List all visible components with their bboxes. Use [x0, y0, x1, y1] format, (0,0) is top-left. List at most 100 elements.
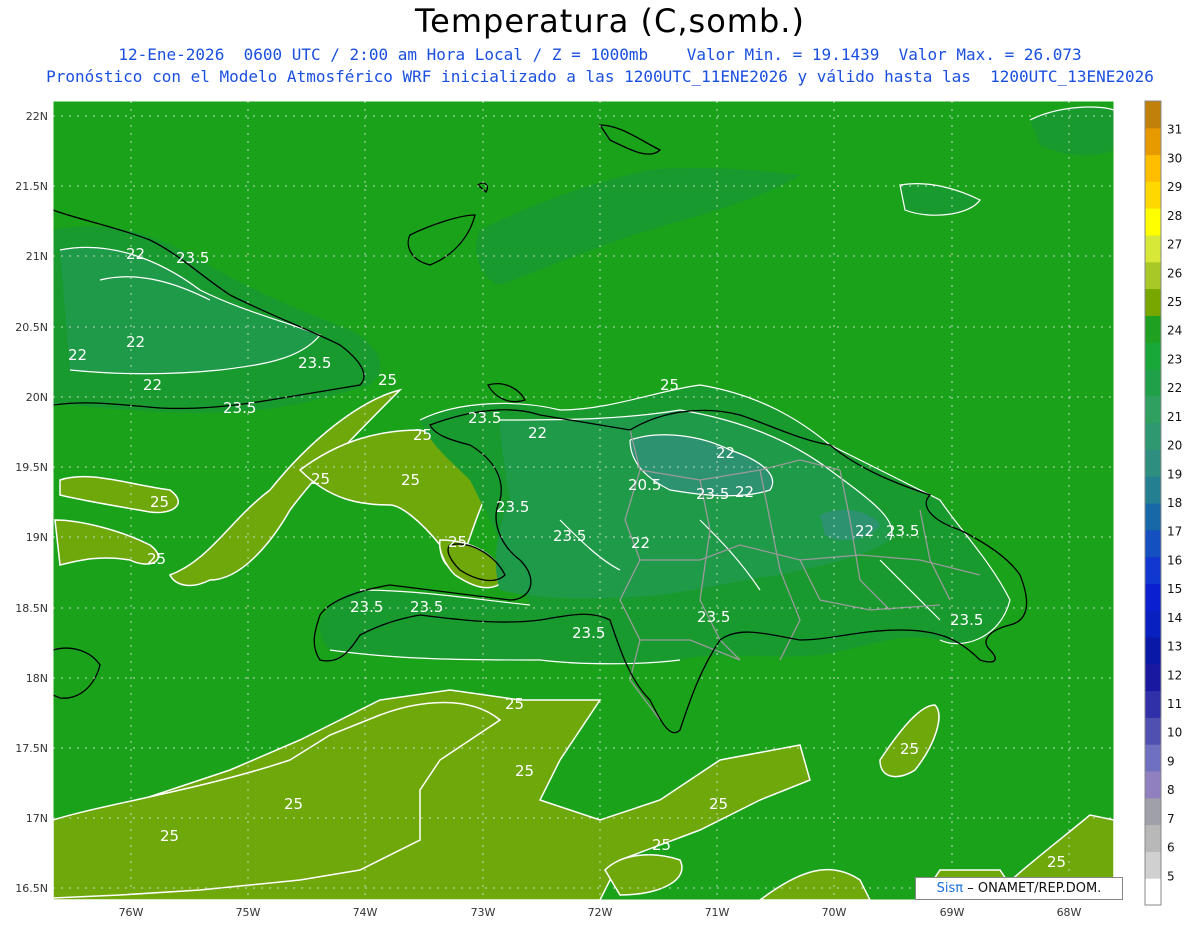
contour-label: 22 [528, 424, 547, 442]
credit-box: Sisπ – ONAMET/REP.DOM. [915, 877, 1123, 900]
colorbar-label: 25 [1167, 295, 1182, 309]
colorbar-swatch [1145, 476, 1161, 504]
contour-label: 25 [709, 795, 728, 813]
contour-label: 20.5 [628, 476, 661, 494]
contour-label: 23.5 [950, 611, 983, 629]
longitude-labels: 76W 75W 74W 73W 72W 71W 70W 69W 68W [119, 906, 1082, 919]
lat-label: 21N [26, 250, 48, 263]
contour-label: 25 [448, 533, 467, 551]
colorbar-label: 24 [1167, 324, 1182, 338]
colorbar-swatch [1145, 771, 1161, 799]
contour-label: 23.5 [697, 608, 730, 626]
colorbar-label: 14 [1167, 611, 1182, 625]
contour-label: 25 [401, 471, 420, 489]
lon-label: 74W [353, 906, 378, 919]
colorbar-swatch [1145, 529, 1161, 558]
credit-text: – ONAMET/REP.DOM. [967, 881, 1102, 896]
colorbar-swatch [1145, 261, 1161, 290]
contour-label: 25 [660, 376, 679, 394]
contour-label: 25 [505, 695, 524, 713]
colorbar-swatch [1145, 556, 1161, 584]
contour-label: 22 [143, 376, 162, 394]
colorbar-label: 28 [1167, 209, 1182, 223]
contour-label: 25 [1047, 853, 1066, 871]
lat-label: 21.5N [15, 180, 48, 193]
colorbar-swatch [1145, 127, 1161, 156]
contour-label: 22 [631, 534, 650, 552]
lon-label: 72W [588, 906, 613, 919]
colorbar-swatch [1145, 101, 1161, 129]
colorbar-swatch [1145, 797, 1161, 826]
contour-label: 25 [284, 795, 303, 813]
contour-label: 23.5 [176, 249, 209, 267]
sispi-logo: Sisπ [936, 881, 964, 896]
contour-label: 22 [855, 522, 874, 540]
lat-label: 17.5N [15, 742, 48, 755]
contour-label: 23.5 [298, 354, 331, 372]
colorbar-label: 27 [1167, 238, 1182, 252]
contour-label: 25 [147, 550, 166, 568]
contour-label: 25 [900, 740, 919, 758]
contour-label: 22 [126, 333, 145, 351]
colorbar-label: 7 [1167, 812, 1175, 826]
colorbar-label: 5 [1167, 869, 1175, 883]
colorbar-label: 31 [1167, 123, 1182, 137]
contour-label: 22 [126, 245, 145, 263]
colorbar-swatch [1145, 744, 1161, 772]
colorbar-swatch [1145, 181, 1161, 209]
colorbar-label: 21 [1167, 410, 1182, 424]
contour-label: 25 [515, 762, 534, 780]
colorbar-swatch [1145, 878, 1161, 906]
colorbar-label: 12 [1167, 668, 1182, 682]
colorbar: 31 30 29 28 27 26 25 24 23 22 21 20 19 18 17 16 15 14 13 12… [1144, 100, 1182, 906]
contour-label: 23.5 [468, 409, 501, 427]
contour-label: 23.5 [410, 598, 443, 616]
colorbar-swatch [1145, 824, 1161, 852]
latitude-labels: 22N 21.5N 21N 20.5N 20N 19.5N 19N 18.5N … [15, 110, 48, 895]
colorbar-label: 17 [1167, 525, 1182, 539]
contour-label: 25 [150, 493, 169, 511]
lat-label: 17N [26, 812, 48, 825]
lat-label: 16.5N [15, 882, 48, 895]
colorbar-label: 11 [1167, 697, 1182, 711]
colorbar-label: 8 [1167, 783, 1175, 797]
colorbar-swatch [1145, 395, 1161, 424]
colorbar-swatch [1145, 422, 1161, 450]
lon-label: 71W [705, 906, 730, 919]
colorbar-swatch [1145, 154, 1161, 182]
colorbar-swatch [1145, 851, 1161, 879]
colorbar-label: 16 [1167, 553, 1182, 567]
lat-label: 19.5N [15, 461, 48, 474]
lon-label: 75W [236, 906, 261, 919]
colorbar-label: 6 [1167, 841, 1175, 855]
contour-label: 23.5 [572, 624, 605, 642]
colorbar-swatch [1145, 637, 1161, 665]
colorbar-swatch [1145, 288, 1161, 316]
colorbar-swatch [1145, 369, 1161, 397]
colorbar-swatch [1145, 610, 1161, 638]
contour-label: 23.5 [496, 498, 529, 516]
lat-label: 20.5N [15, 321, 48, 334]
colorbar-label: 30 [1167, 151, 1182, 165]
contour-label: 22 [735, 483, 754, 501]
contour-label: 23.5 [553, 527, 586, 545]
contour-label: 25 [311, 470, 330, 488]
contour-label: 25 [652, 836, 671, 854]
colorbar-label: 15 [1167, 582, 1182, 596]
colorbar-label: 23 [1167, 352, 1182, 366]
colorbar-swatch [1145, 690, 1161, 718]
lat-label: 22N [26, 110, 48, 123]
lon-label: 68W [1057, 906, 1082, 919]
colorbar-swatch [1145, 235, 1161, 263]
colorbar-label: 20 [1167, 439, 1182, 453]
colorbar-swatch [1145, 717, 1161, 745]
colorbar-swatch [1145, 449, 1161, 477]
colorbar-swatch [1145, 208, 1161, 236]
colorbar-label: 19 [1167, 467, 1182, 481]
contour-label: 25 [160, 827, 179, 845]
lat-label: 18.5N [15, 602, 48, 615]
lat-label: 20N [26, 391, 48, 404]
lon-label: 76W [119, 906, 144, 919]
colorbar-label: 26 [1167, 266, 1182, 280]
colorbar-label: 29 [1167, 180, 1182, 194]
